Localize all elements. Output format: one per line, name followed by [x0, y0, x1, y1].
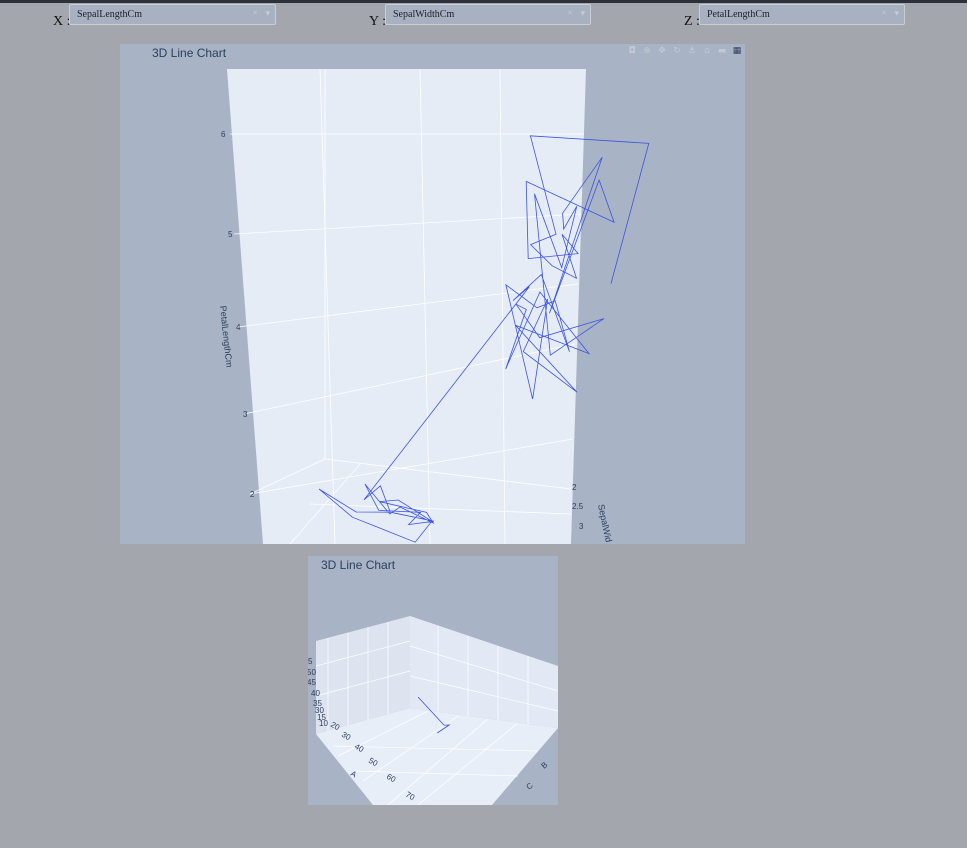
z-axis-label: Z : [684, 14, 700, 29]
y-axis-title: SepalWid [596, 503, 614, 543]
tick-label: 5 [308, 657, 313, 666]
y-ticks: 2 2.5 3 [572, 483, 584, 531]
secondary-chart-scene[interactable]: 5 50 45 40 35 30 15 10 20 30 40 50 60 70… [308, 556, 558, 805]
right-ticks: B C [525, 760, 550, 791]
y-axis-label: Y : [369, 14, 386, 29]
z-tick-label: 3 [243, 410, 248, 419]
main-chart-panel[interactable]: 3D Line Chart ◘ ⊕ ✥ ↻ ⚓ ⌂ ▬ ▦ 6 5 4 3 2 … [120, 44, 745, 544]
secondary-chart-panel[interactable]: 3D Line Chart 5 50 45 40 35 30 15 10 20 … [308, 556, 558, 805]
z-tick-label: 2 [250, 490, 255, 499]
z-tick-label: 6 [221, 130, 226, 139]
y-tick-label: 3 [579, 522, 584, 531]
chevron-down-icon[interactable]: ▾ [580, 8, 585, 19]
x-axis-dropdown[interactable]: SepalLengthCm × ▾ [69, 4, 276, 25]
tick-label: B [540, 760, 550, 770]
y-axis-dropdown[interactable]: SepalWidthCm × ▾ [385, 4, 591, 25]
x-axis-value: SepalLengthCm [77, 9, 142, 20]
main-chart-scene[interactable]: 6 5 4 3 2 PetalLengthCm 2 2.5 3 SepalWid [120, 44, 745, 544]
z-axis-value: PetalLengthCm [707, 9, 770, 20]
y-axis-value: SepalWidthCm [393, 9, 455, 20]
tick-label: 50 [308, 668, 316, 677]
clear-icon[interactable]: × [881, 8, 887, 19]
tick-label: 45 [308, 678, 316, 687]
x-axis-label: X : [53, 14, 71, 29]
clear-icon[interactable]: × [252, 8, 258, 19]
z-tick-label: 5 [228, 230, 233, 239]
y-tick-label: 2 [572, 483, 577, 492]
tick-label: C [525, 781, 535, 792]
z-tick-label: 4 [236, 323, 241, 332]
z-axis-title: PetalLengthCm [218, 305, 234, 368]
tick-label: 10 [319, 719, 328, 728]
back-wall [227, 69, 586, 544]
z-axis-dropdown[interactable]: PetalLengthCm × ▾ [699, 4, 905, 25]
chevron-down-icon[interactable]: ▾ [265, 8, 270, 19]
tick-label: 40 [311, 689, 320, 698]
chevron-down-icon[interactable]: ▾ [894, 8, 899, 19]
clear-icon[interactable]: × [567, 8, 573, 19]
y-tick-label: 2.5 [572, 502, 584, 511]
top-bar [0, 0, 967, 3]
